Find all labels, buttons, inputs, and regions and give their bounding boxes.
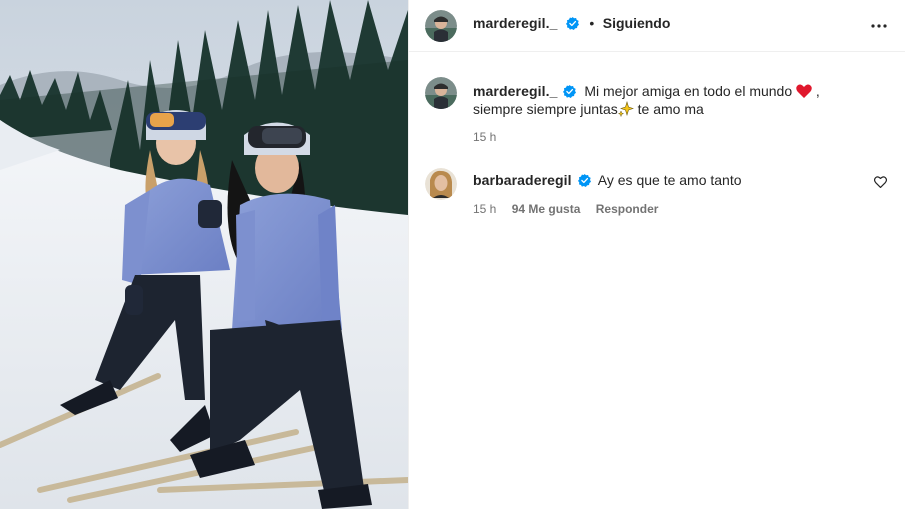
commenter-avatar[interactable] [425,168,457,200]
caption-text-part3: te amo ma [637,101,704,117]
caption-avatar[interactable] [425,77,457,109]
comment-like-button[interactable] [873,176,887,190]
verified-badge-icon [565,17,579,30]
caption-text: marderegil._ Mi mejor amiga en todo el m… [473,82,873,118]
more-horizontal-icon [871,24,887,28]
following-button[interactable]: Siguiendo [603,15,671,31]
comment-meta: 15 h 94 Me gusta Responder [473,202,658,216]
comment-likes-count[interactable]: 94 Me gusta [512,202,581,216]
sparkles-icon [617,101,634,117]
heart-outline-icon [873,176,887,189]
caption-username[interactable]: marderegil._ [473,83,557,99]
red-heart-icon [796,84,812,98]
caption-text-part1: Mi mejor amiga en todo el mundo [584,83,793,99]
author-avatar[interactable] [425,10,457,42]
separator-dot: • [589,15,595,31]
comment-timestamp[interactable]: 15 h [473,202,496,216]
commenter-username[interactable]: barbaraderegil [473,172,572,188]
verified-badge-icon [577,174,591,187]
caption: marderegil._ Mi mejor amiga en todo el m… [425,77,895,147]
comment-text: barbaraderegil Ay es que te amo tanto [473,171,873,189]
caption-timestamp[interactable]: 15 h [473,130,496,144]
caption-meta: 15 h [473,130,508,144]
post-side-panel: marderegil._ • Siguiendo marderegil._ Mi… [409,0,905,509]
author-username[interactable]: marderegil._ [473,15,557,31]
more-options-button[interactable] [867,14,891,38]
post-header: marderegil._ • Siguiendo [409,0,905,52]
comment-item: barbaraderegil Ay es que te amo tanto 15… [425,168,895,223]
post-photo [0,0,408,509]
reply-button[interactable]: Responder [596,202,659,216]
comment-body-text: Ay es que te amo tanto [597,172,742,188]
verified-badge-icon [563,85,577,98]
